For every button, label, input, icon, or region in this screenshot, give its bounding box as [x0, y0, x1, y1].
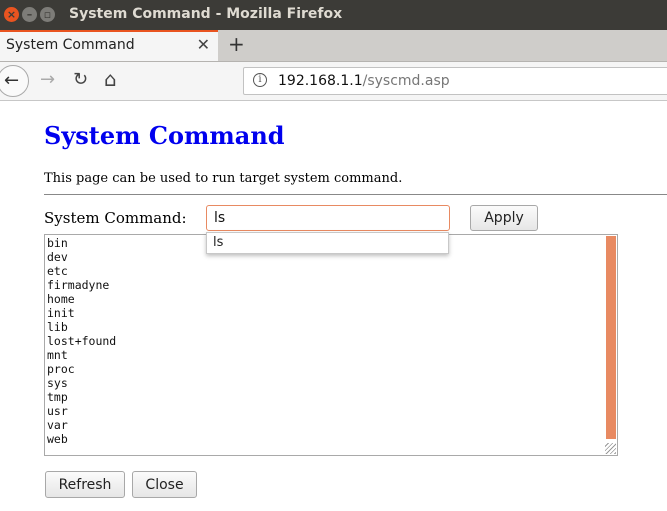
- forward-arrow-icon[interactable]: →: [40, 70, 55, 90]
- window-title: System Command - Mozilla Firefox: [69, 6, 343, 22]
- home-icon[interactable]: ⌂: [104, 69, 117, 89]
- page-title: System Command: [44, 121, 285, 150]
- output-line: dev: [47, 250, 68, 264]
- tab-close-icon[interactable]: ✕: [197, 35, 210, 54]
- window-minimize-icon[interactable]: –: [22, 7, 37, 22]
- back-button[interactable]: ←: [0, 65, 29, 97]
- page-description: This page can be used to run target syst…: [44, 171, 403, 186]
- output-line: firmadyne: [47, 278, 110, 292]
- output-line: var: [47, 418, 68, 432]
- output-line: lost+found: [47, 334, 117, 348]
- refresh-button[interactable]: Refresh: [45, 471, 125, 498]
- output-lines: bin dev etc firmadyne home init lib lost+found m…: [47, 236, 116, 446]
- tab-strip: System Command ✕ +: [0, 30, 667, 62]
- command-label: System Command:: [44, 209, 187, 227]
- site-info-icon[interactable]: i: [253, 73, 267, 87]
- autocomplete-dropdown[interactable]: ls: [206, 232, 449, 254]
- back-arrow-icon: ←: [4, 70, 20, 91]
- output-line: bin: [47, 236, 68, 250]
- tab-system-command[interactable]: System Command ✕: [0, 30, 218, 61]
- window-close-icon[interactable]: ×: [4, 7, 19, 22]
- output-line: lib: [47, 320, 68, 334]
- close-button[interactable]: Close: [132, 471, 197, 498]
- reload-icon[interactable]: ↻: [73, 70, 88, 90]
- output-line: home: [47, 292, 75, 306]
- url-text: 192.168.1.1/syscmd.asp: [278, 73, 450, 89]
- url-path: /syscmd.asp: [362, 73, 450, 89]
- navigation-bar: ← → ↻ ⌂ i 192.168.1.1/syscmd.asp: [0, 62, 667, 101]
- output-line: init: [47, 306, 75, 320]
- url-bar[interactable]: i 192.168.1.1/syscmd.asp: [243, 67, 667, 95]
- new-tab-icon[interactable]: +: [228, 32, 245, 56]
- page-content: System Command This page can be used to …: [0, 101, 667, 511]
- output-line: web: [47, 432, 68, 446]
- output-line: proc: [47, 362, 75, 376]
- apply-button[interactable]: Apply: [470, 205, 538, 231]
- output-line: sys: [47, 376, 68, 390]
- output-line: mnt: [47, 348, 68, 362]
- tab-title: System Command: [6, 37, 135, 53]
- command-input[interactable]: [206, 205, 450, 231]
- output-scrollbar[interactable]: [606, 236, 616, 439]
- output-line: etc: [47, 264, 68, 278]
- window-maximize-icon[interactable]: ▫: [40, 7, 55, 22]
- url-host: 192.168.1.1: [278, 73, 363, 89]
- divider: [44, 194, 667, 195]
- autocomplete-item[interactable]: ls: [213, 235, 223, 250]
- output-line: tmp: [47, 390, 68, 404]
- command-output-textarea[interactable]: bin dev etc firmadyne home init lib lost+found m…: [44, 234, 618, 456]
- output-line: usr: [47, 404, 68, 418]
- window-titlebar: × – ▫ System Command - Mozilla Firefox: [0, 0, 667, 30]
- resize-grip-icon[interactable]: [605, 443, 616, 454]
